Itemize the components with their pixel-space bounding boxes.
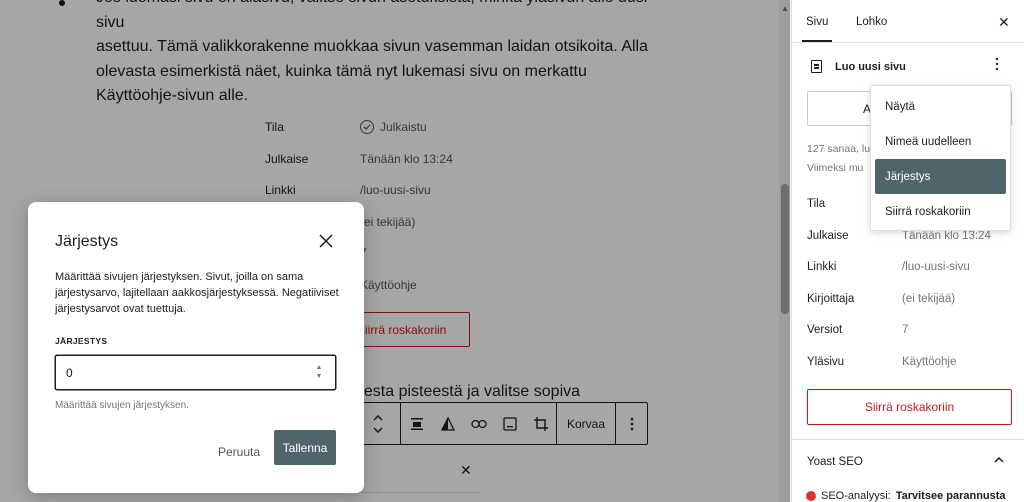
settings-value[interactable]: /luo-uusi-sivu	[902, 261, 970, 273]
save-button[interactable]: Tallenna	[274, 430, 336, 465]
page-icon	[811, 60, 822, 73]
settings-row-publish[interactable]: Julkaise Tänään klo 13:24	[807, 227, 1012, 259]
order-modal: Järjestys Määrittää sivujen järjestyksen…	[28, 202, 364, 493]
sidebar-tabs: Sivu Lohko ✕	[792, 0, 1024, 43]
order-input[interactable]	[55, 355, 336, 390]
settings-key: Linkki	[807, 261, 837, 273]
move-to-trash-button[interactable]: Siirrä roskakoriin	[807, 389, 1012, 425]
seo-analysis-row[interactable]: SEO-analyysi: Tarvitsee parannusta	[806, 490, 1006, 502]
settings-value[interactable]: Tänään klo 13:24	[902, 230, 991, 242]
number-spinner[interactable]: ▲ ▼	[313, 361, 325, 383]
word-count: 127 sanaa, lu	[807, 143, 871, 155]
settings-key: Versiot	[807, 324, 843, 336]
last-modified: Viimeksi mu	[807, 162, 864, 174]
document-header: Luo uusi sivu	[792, 52, 1024, 82]
seo-status-icon	[806, 491, 816, 501]
chevron-up-icon[interactable]	[994, 452, 1004, 466]
menu-item-rename[interactable]: Nimeä uudelleen	[875, 124, 1006, 159]
menu-item-view[interactable]: Näytä	[875, 89, 1006, 124]
seo-value: Tarvitsee parannusta	[895, 490, 1006, 502]
settings-key: Yläsivu	[807, 355, 845, 368]
modal-description: Määrittää sivujen järjestyksen. Sivut, j…	[55, 271, 339, 315]
modal-title: Järjestys	[55, 233, 119, 250]
yoast-panel-title[interactable]: Yoast SEO	[807, 456, 863, 468]
divider	[792, 439, 1024, 440]
close-icon[interactable]	[315, 230, 337, 252]
settings-row-revisions[interactable]: Versiot 7	[807, 321, 1012, 353]
settings-value[interactable]: Käyttöohje	[902, 356, 956, 368]
settings-row-author[interactable]: Kirjoittaja (ei tekijää)	[807, 290, 1012, 322]
tab-block[interactable]: Lohko	[856, 16, 887, 28]
order-field-label: JÄRJESTYS	[55, 336, 108, 346]
order-help-text: Määrittää sivujen järjestyksen.	[55, 400, 189, 411]
settings-row-parent[interactable]: Yläsivu Käyttöohje	[807, 353, 1012, 385]
seo-label: SEO-analyysi:	[821, 490, 891, 502]
settings-value[interactable]: 7	[902, 324, 908, 336]
document-options-menu: Näytä Nimeä uudelleen Järjestys Siirrä r…	[870, 85, 1011, 231]
settings-sidebar: Sivu Lohko ✕ Luo uusi sivu A 127 sanaa, …	[791, 0, 1024, 502]
menu-item-order[interactable]: Järjestys	[875, 159, 1006, 194]
spinner-down-icon[interactable]: ▼	[316, 372, 323, 381]
document-title: Luo uusi sivu	[835, 61, 906, 73]
cancel-button[interactable]: Peruuta	[214, 434, 264, 469]
settings-key: Kirjoittaja	[807, 292, 855, 305]
document-stats: 127 sanaa, lu Viimeksi mu	[807, 140, 870, 178]
tab-page[interactable]: Sivu	[801, 16, 833, 42]
more-options-icon[interactable]	[995, 57, 999, 71]
settings-value[interactable]: (ei tekijää)	[902, 293, 955, 305]
settings-key: Julkaise	[807, 229, 849, 242]
spinner-up-icon[interactable]: ▲	[316, 363, 323, 372]
settings-row-link[interactable]: Linkki /luo-uusi-sivu	[807, 258, 1012, 290]
settings-key: Tila	[807, 198, 826, 210]
close-sidebar-icon[interactable]: ✕	[998, 14, 1010, 31]
menu-item-trash[interactable]: Siirrä roskakoriin	[875, 194, 1006, 229]
